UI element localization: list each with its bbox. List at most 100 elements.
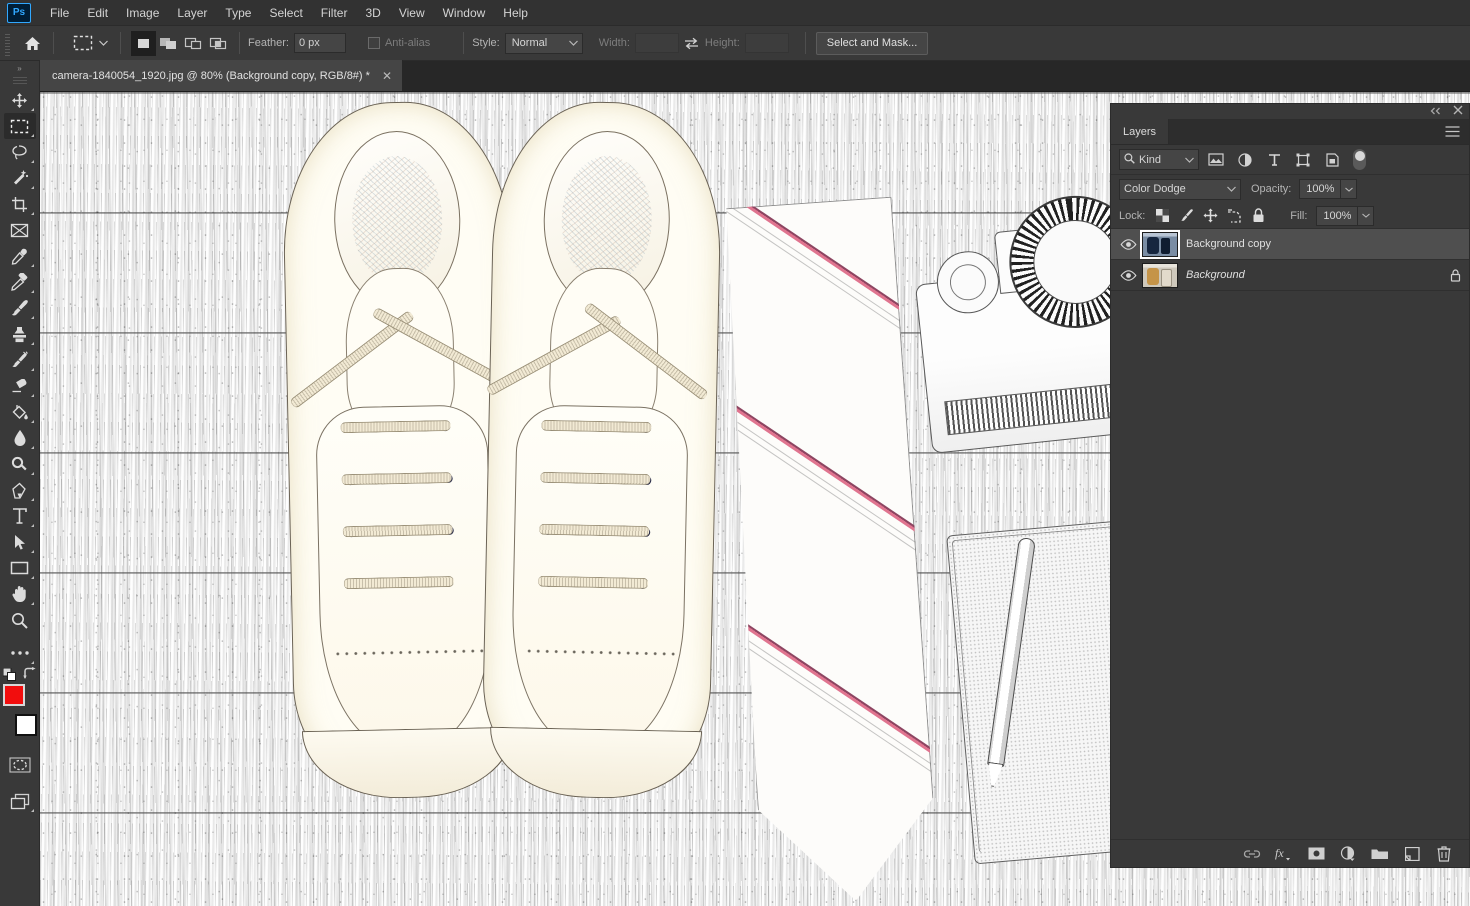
- lasso-tool[interactable]: [4, 139, 36, 165]
- layer-visibility-toggle[interactable]: [1115, 239, 1142, 250]
- width-input[interactable]: [635, 33, 679, 53]
- intersect-with-selection-button[interactable]: [206, 31, 231, 56]
- blur-tool[interactable]: [4, 425, 36, 451]
- select-and-mask-button[interactable]: Select and Mask...: [816, 32, 929, 55]
- filter-pixel-layers-icon[interactable]: [1204, 149, 1228, 171]
- lock-position-icon[interactable]: [1202, 207, 1219, 225]
- background-color-swatch[interactable]: [15, 714, 37, 736]
- layer-row[interactable]: Background: [1111, 260, 1469, 291]
- gradient-tool[interactable]: [4, 399, 36, 425]
- opacity-stepper-caret[interactable]: [1341, 179, 1357, 199]
- pen-tool[interactable]: [4, 477, 36, 503]
- rectangular-marquee-tool[interactable]: [4, 113, 36, 139]
- new-adjustment-layer-icon[interactable]: [1339, 845, 1357, 863]
- photoshop-window: Ps File Edit Image Layer Type Select Fil…: [0, 0, 1470, 906]
- quick-selection-tool[interactable]: [4, 165, 36, 191]
- subtract-from-selection-button[interactable]: [181, 31, 206, 56]
- delete-layer-icon[interactable]: [1435, 845, 1453, 863]
- lock-artboard-nesting-icon[interactable]: [1226, 207, 1243, 225]
- double-chevron-left-icon[interactable]: [1430, 106, 1441, 118]
- layer-name[interactable]: Background copy: [1186, 238, 1441, 250]
- chevron-down-icon[interactable]: [96, 31, 110, 55]
- panel-menu-button[interactable]: [1445, 119, 1469, 144]
- tool-preset-picker[interactable]: [68, 31, 112, 55]
- eraser-tool[interactable]: [4, 373, 36, 399]
- menu-view[interactable]: View: [390, 2, 434, 24]
- home-button[interactable]: [19, 30, 45, 56]
- options-bar-grip[interactable]: [2, 30, 13, 56]
- filter-smart-objects-icon[interactable]: [1320, 149, 1344, 171]
- blend-mode-select[interactable]: Color Dodge: [1119, 179, 1241, 200]
- path-selection-tool[interactable]: [4, 529, 36, 555]
- new-layer-icon[interactable]: [1403, 845, 1421, 863]
- menu-layer[interactable]: Layer: [168, 2, 216, 24]
- eyedropper-tool[interactable]: [4, 243, 36, 269]
- layer-name[interactable]: Background: [1186, 269, 1441, 281]
- feather-input[interactable]: 0 px: [294, 33, 346, 53]
- history-brush-tool[interactable]: [4, 347, 36, 373]
- default-colors-icon[interactable]: [3, 668, 16, 681]
- menu-help[interactable]: Help: [494, 2, 537, 24]
- anti-alias-checkbox[interactable]: [368, 37, 380, 49]
- double-chevron-right-icon[interactable]: »: [0, 61, 40, 75]
- opacity-input[interactable]: 100%: [1299, 179, 1341, 199]
- new-selection-button[interactable]: [131, 31, 156, 56]
- menu-filter[interactable]: Filter: [312, 2, 357, 24]
- dodge-tool[interactable]: [4, 451, 36, 477]
- lock-image-pixels-icon[interactable]: [1178, 207, 1195, 225]
- clone-stamp-icon: [11, 326, 28, 343]
- new-group-icon[interactable]: [1371, 845, 1389, 863]
- move-tool[interactable]: [4, 87, 36, 113]
- menu-file[interactable]: File: [41, 2, 78, 24]
- layer-style-fx-icon[interactable]: fx: [1275, 845, 1293, 863]
- filter-adjustment-layers-icon[interactable]: [1233, 149, 1257, 171]
- tools-panel: »: [0, 61, 40, 906]
- menu-window[interactable]: Window: [434, 2, 495, 24]
- screen-mode-button[interactable]: [4, 788, 36, 814]
- link-layers-icon[interactable]: [1243, 845, 1261, 863]
- crop-tool[interactable]: [4, 191, 36, 217]
- tab-layers[interactable]: Layers: [1111, 119, 1169, 144]
- fill-input[interactable]: 100%: [1316, 206, 1358, 226]
- frame-tool[interactable]: [4, 217, 36, 243]
- menu-type[interactable]: Type: [216, 2, 260, 24]
- switch-colors-icon[interactable]: [23, 667, 37, 681]
- menu-3d[interactable]: 3D: [356, 2, 389, 24]
- lock-all-icon[interactable]: [1250, 207, 1267, 225]
- clone-stamp-tool[interactable]: [4, 321, 36, 347]
- menu-image[interactable]: Image: [117, 2, 168, 24]
- tool-flyout-corner: [31, 342, 34, 345]
- add-layer-mask-icon[interactable]: [1307, 845, 1325, 863]
- menu-select[interactable]: Select: [260, 2, 311, 24]
- filter-kind-select[interactable]: Kind: [1119, 149, 1199, 170]
- zoom-tool[interactable]: [4, 607, 36, 633]
- layer-list[interactable]: Background copy Background: [1111, 229, 1469, 839]
- swap-width-height-button[interactable]: [679, 37, 705, 50]
- layer-thumbnail[interactable]: [1142, 232, 1178, 257]
- filter-type-layers-icon[interactable]: [1262, 149, 1286, 171]
- brush-tool[interactable]: [4, 295, 36, 321]
- hand-tool[interactable]: [4, 581, 36, 607]
- brush-icon: [11, 299, 29, 317]
- filter-shape-layers-icon[interactable]: [1291, 149, 1315, 171]
- filter-enable-toggle[interactable]: [1353, 149, 1366, 170]
- type-tool[interactable]: [4, 503, 36, 529]
- height-input[interactable]: [745, 33, 789, 53]
- spot-healing-brush-tool[interactable]: [4, 269, 36, 295]
- fill-stepper-caret[interactable]: [1358, 206, 1374, 226]
- close-icon[interactable]: [1453, 105, 1463, 118]
- add-to-selection-button[interactable]: [156, 31, 181, 56]
- edit-toolbar-button[interactable]: [4, 640, 36, 666]
- layer-visibility-toggle[interactable]: [1115, 270, 1142, 281]
- layer-thumbnail[interactable]: [1142, 263, 1178, 288]
- foreground-color-swatch[interactable]: [3, 684, 25, 706]
- rectangle-tool[interactable]: [4, 555, 36, 581]
- document-tab[interactable]: camera-1840054_1920.jpg @ 80% (Backgroun…: [40, 60, 403, 91]
- lock-transparent-pixels-icon[interactable]: [1154, 207, 1171, 225]
- layer-row[interactable]: Background copy: [1111, 229, 1469, 260]
- style-select[interactable]: Normal: [505, 33, 583, 54]
- menu-edit[interactable]: Edit: [78, 2, 117, 24]
- tools-panel-grip[interactable]: [0, 75, 40, 87]
- close-icon[interactable]: ✕: [382, 70, 392, 82]
- quick-mask-button[interactable]: [4, 752, 36, 778]
